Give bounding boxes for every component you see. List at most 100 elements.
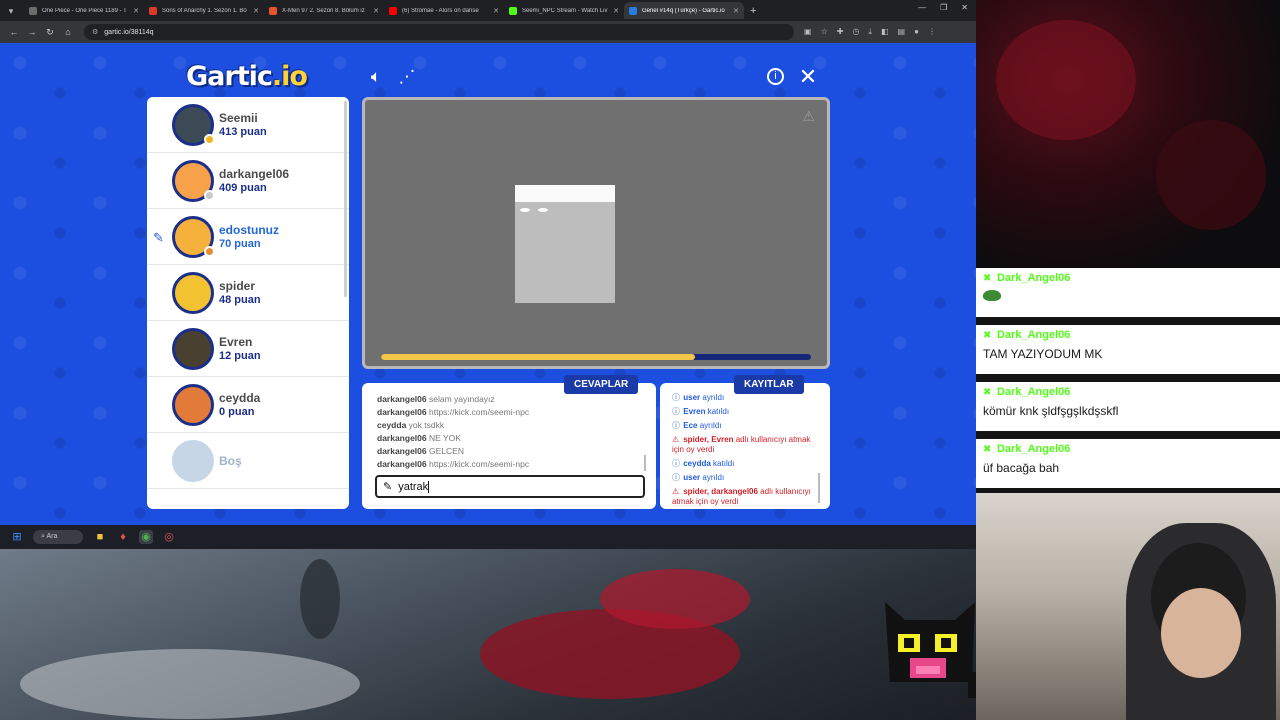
answer-input[interactable]: ✎ yatrak bbox=[375, 475, 645, 498]
answer-user: darkangel06 bbox=[377, 446, 427, 456]
round-timer bbox=[381, 354, 811, 360]
new-tab-icon[interactable]: + bbox=[750, 5, 756, 17]
answer-message: darkangel06 GELCEN bbox=[377, 445, 647, 458]
windows-start-icon[interactable]: ⊞ bbox=[10, 530, 24, 544]
tab-favicon-icon bbox=[509, 6, 517, 15]
tab-title: Sons of Anarchy 1. Sezon 1. Bö bbox=[162, 7, 247, 14]
profile-avatar[interactable]: ● bbox=[914, 27, 919, 37]
tab-close-icon[interactable]: ✕ bbox=[493, 7, 499, 15]
browser-tab[interactable]: X-Men 97 2. Sezon 8. Bölüm iz ✕ bbox=[264, 2, 384, 19]
tab-close-icon[interactable]: ✕ bbox=[253, 7, 259, 15]
tab-close-icon[interactable]: ✕ bbox=[613, 7, 619, 15]
player-row[interactable]: Seemii 413 puan bbox=[147, 97, 349, 153]
tab-close-icon[interactable]: ✕ bbox=[733, 7, 739, 15]
extension-icon[interactable]: ✚ bbox=[837, 27, 844, 37]
answer-user: darkangel06 bbox=[377, 394, 427, 404]
player-points: 0 puan bbox=[219, 406, 255, 418]
browser-tab[interactable]: One Piece - One Piece 1189 - T ✕ bbox=[24, 2, 144, 19]
file-explorer-icon[interactable]: ■ bbox=[93, 530, 107, 544]
kick-badge-icon: ✖ bbox=[983, 330, 992, 341]
text-caret bbox=[428, 480, 430, 493]
info-icon[interactable]: i bbox=[767, 68, 784, 85]
sound-icon[interactable]: 🔈︎ bbox=[366, 67, 386, 87]
browser-toolbar: ← → ↻ ⌂ ⚙ gartic.io/38114q ▣ ☆ ✚ ◷ ⤓ ◧ ▤… bbox=[0, 21, 976, 43]
answers-scrollbar[interactable] bbox=[644, 455, 646, 471]
bookmark-star-icon[interactable]: ☆ bbox=[821, 27, 828, 37]
chat-username-row: ✖ Dark_Angel06 bbox=[983, 272, 1280, 284]
browser-tab[interactable]: Seemi_NPC Stream - Watch Liv ✕ bbox=[504, 2, 624, 19]
log-user: ceydda bbox=[683, 459, 711, 468]
browser-tab-bar: ▾ One Piece - One Piece 1189 - T ✕ Sons … bbox=[0, 0, 976, 21]
address-bar[interactable]: ⚙ gartic.io/38114q bbox=[84, 24, 794, 40]
info-icon: ⓘ bbox=[672, 473, 680, 482]
close-window-icon[interactable]: ✕ bbox=[961, 3, 968, 12]
obs-icon[interactable]: ◎ bbox=[162, 530, 176, 544]
player-list: Seemii 413 puan darkangel06 409 puan ✎ edos… bbox=[147, 97, 349, 509]
player-name: Seemii bbox=[219, 111, 258, 125]
log-user: Evren bbox=[683, 407, 706, 416]
log-tab[interactable]: KAYITLAR bbox=[734, 375, 804, 394]
tab-search-icon[interactable]: ▾ bbox=[4, 4, 18, 18]
tab-favicon-icon bbox=[389, 6, 397, 15]
forward-icon[interactable]: → bbox=[24, 24, 40, 40]
player-row[interactable]: Boş bbox=[147, 433, 349, 489]
minimize-icon[interactable]: — bbox=[918, 3, 926, 12]
answer-text: selam yayındayız bbox=[429, 394, 495, 404]
tab-favicon-icon bbox=[29, 6, 37, 15]
log-panel: KAYITLAR ⓘ user ayrıldı ⓘ Evren katıldı ⓘ … bbox=[660, 375, 830, 509]
log-entry: ⓘ Ece ayrıldı bbox=[672, 421, 820, 431]
history-icon[interactable]: ◷ bbox=[852, 27, 859, 37]
app-icon[interactable]: ♦ bbox=[116, 530, 130, 544]
browser-tab[interactable]: (6) Stromae - Alors on danse ✕ bbox=[384, 2, 504, 19]
maximize-icon[interactable]: ❐ bbox=[940, 3, 947, 12]
home-icon[interactable]: ⌂ bbox=[60, 24, 76, 40]
log-entry: ⚠ spider, darkangel06 adlı kullanıcıyı a… bbox=[672, 487, 820, 507]
answer-user: darkangel06 bbox=[377, 433, 427, 443]
download-icon[interactable]: ⤓ bbox=[868, 27, 872, 37]
translate-icon[interactable]: ◧ bbox=[881, 27, 889, 37]
site-info-icon[interactable]: ⚙ bbox=[92, 28, 98, 36]
player-row[interactable]: spider 48 puan bbox=[147, 265, 349, 321]
desktop-wallpaper bbox=[0, 549, 980, 720]
pixel-cat-overlay bbox=[885, 602, 978, 698]
sidepanel-icon[interactable]: ▤ bbox=[898, 27, 906, 37]
player-info: darkangel06 409 puan bbox=[219, 167, 289, 194]
tab-close-icon[interactable]: ✕ bbox=[133, 7, 139, 15]
round-timer-fill bbox=[381, 354, 695, 360]
warning-icon: ⚠ bbox=[672, 487, 680, 496]
exit-icon[interactable]: ✕ bbox=[798, 66, 818, 88]
player-row[interactable]: ceydda 0 puan bbox=[147, 377, 349, 433]
player-avatar bbox=[172, 271, 214, 314]
player-name: darkangel06 bbox=[219, 167, 290, 181]
log-entry: ⓘ Evren katıldı bbox=[672, 407, 820, 417]
log-scrollbar[interactable] bbox=[818, 473, 820, 503]
log-entry: ⓘ user ayrıldı bbox=[672, 393, 820, 403]
stream-chat-message: ✖ Dark_Angel06 bbox=[976, 268, 1280, 325]
chat-username: Dark_Angel06 bbox=[997, 443, 1071, 455]
taskbar-search[interactable]: ⌕ Ara bbox=[33, 530, 83, 544]
menu-dots-icon[interactable]: ⋮ bbox=[928, 27, 936, 37]
browser-tab[interactable]: Sons of Anarchy 1. Sezon 1. Bö ✕ bbox=[144, 2, 264, 19]
chrome-icon[interactable]: ◉ bbox=[139, 530, 153, 544]
frog-emote-icon bbox=[983, 290, 1001, 301]
log-text: katıldı bbox=[713, 459, 735, 468]
stream-chat-message: ✖ Dark_Angel06 üf bacağa bah bbox=[976, 439, 1280, 493]
player-list-scrollbar[interactable] bbox=[344, 101, 347, 297]
player-row[interactable]: ✎ edostunuz 70 puan bbox=[147, 209, 349, 265]
taskbar: ⊞ ⌕ Ara ■ ♦ ◉ ◎ bbox=[0, 525, 976, 549]
info-icon: ⓘ bbox=[672, 421, 680, 430]
reload-icon[interactable]: ↻ bbox=[42, 24, 58, 40]
answers-tab[interactable]: CEVAPLAR bbox=[564, 375, 639, 394]
log-user: spider, darkangel06 bbox=[683, 487, 758, 496]
player-row[interactable]: darkangel06 409 puan bbox=[147, 153, 349, 209]
player-row[interactable]: Evren 12 puan bbox=[147, 321, 349, 377]
drawing-canvas[interactable]: ⚠ bbox=[362, 97, 830, 369]
back-icon[interactable]: ← bbox=[6, 24, 22, 40]
report-warning-icon[interactable]: ⚠ bbox=[802, 108, 815, 125]
browser-tab[interactable]: Genel #14q (Türkçe) - Gartic.io ✕ bbox=[624, 2, 744, 19]
tab-close-icon[interactable]: ✕ bbox=[373, 7, 379, 15]
answer-user: darkangel06 bbox=[377, 407, 427, 417]
tab-title: Seemi_NPC Stream - Watch Liv bbox=[522, 7, 608, 14]
cast-icon[interactable]: ▣ bbox=[804, 27, 812, 37]
share-icon[interactable]: ⋰ bbox=[397, 67, 417, 87]
